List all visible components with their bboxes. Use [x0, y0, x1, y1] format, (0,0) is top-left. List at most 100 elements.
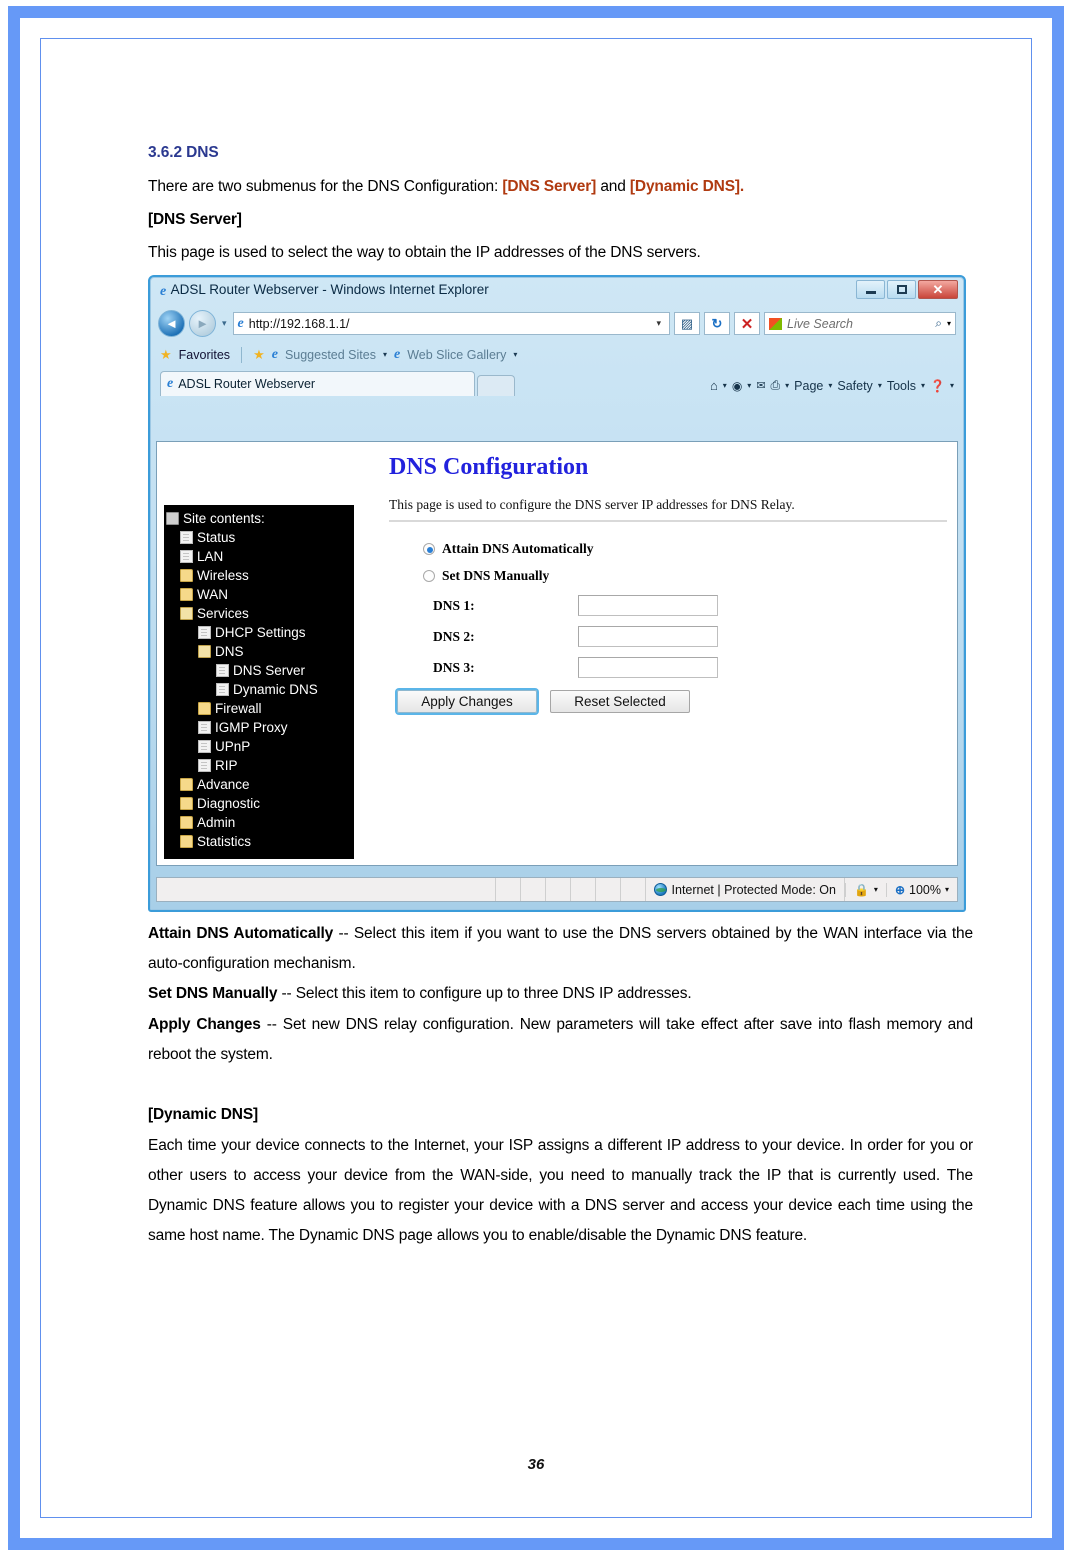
radio-button-selected-icon[interactable] [423, 543, 435, 555]
browser-window: e ADSL Router Webserver - Windows Intern… [148, 275, 966, 912]
link-dynamic-dns: [Dynamic DNS]. [629, 178, 745, 195]
zoom-control[interactable]: ⊕ 100% ▾ [885, 882, 957, 897]
panel-divider [389, 520, 947, 522]
feeds-icon[interactable]: ◉ [732, 379, 742, 393]
radio-button-icon[interactable] [423, 570, 435, 582]
security-zone-indicator[interactable]: Internet | Protected Mode: On [646, 878, 845, 901]
help-chevron-down-icon[interactable]: ▾ [950, 381, 954, 390]
status-bar-right: 🔒 ▾ ⊕ 100% ▾ [844, 882, 957, 897]
dns3-input[interactable] [578, 657, 718, 678]
minimize-button[interactable] [856, 280, 885, 299]
sidebar-item-label: Firewall [215, 701, 262, 716]
zoom-chevron-down-icon[interactable]: ▾ [945, 885, 949, 894]
sidebar-item-label: RIP [215, 758, 238, 773]
sidebar-item-wan[interactable]: WAN [164, 585, 354, 604]
sidebar-item-rip[interactable]: RIP [164, 756, 354, 775]
sidebar-item-firewall[interactable]: Firewall [164, 699, 354, 718]
internet-zone-globe-icon [653, 883, 667, 896]
safety-menu-chevron-down-icon[interactable]: ▾ [878, 381, 882, 390]
page-icon [198, 759, 211, 772]
print-icon[interactable]: ⎙ [771, 378, 781, 393]
safety-menu[interactable]: Safety [837, 379, 872, 393]
back-button[interactable]: ◄ [158, 310, 185, 337]
forward-button[interactable]: ► [189, 310, 216, 337]
print-chevron-down-icon[interactable]: ▾ [785, 381, 789, 390]
maximize-button[interactable] [887, 280, 916, 299]
suggested-sites-label[interactable]: Suggested Sites [285, 348, 376, 362]
new-tab-button[interactable] [477, 375, 515, 396]
sidebar-item-igmp-proxy[interactable]: IGMP Proxy [164, 718, 354, 737]
suggested-sites-icon: e [271, 346, 278, 362]
sidebar-item-dns[interactable]: DNS [164, 642, 354, 661]
button-row: Apply Changes Reset Selected [397, 690, 947, 713]
sidebar-item-advance[interactable]: Advance [164, 775, 354, 794]
search-input[interactable]: Live Search ⌕ ▾ [764, 312, 956, 335]
radio-attain-dns-automatically[interactable]: Attain DNS Automatically [423, 541, 947, 557]
sidebar-item-wireless[interactable]: Wireless [164, 566, 354, 585]
add-to-favorites-icon[interactable]: ★ [253, 347, 265, 363]
sidebar-item-label: Advance [197, 777, 250, 792]
router-web-page: Site contents: Status LAN Wireless WAN S… [157, 442, 957, 865]
sidebar-item-dynamic-dns[interactable]: Dynamic DNS [164, 680, 354, 699]
sidebar-item-upnp[interactable]: UPnP [164, 737, 354, 756]
apply-changes-button[interactable]: Apply Changes [397, 690, 537, 713]
sidebar-item-diagnostic[interactable]: Diagnostic [164, 794, 354, 813]
bullet-apply-changes: Apply Changes -- Set new DNS relay confi… [148, 1010, 973, 1070]
web-slice-chevron-down-icon[interactable]: ▾ [513, 350, 517, 359]
sidebar-item-label: DNS [215, 644, 244, 659]
page-title: 3.6.2 DNS [148, 144, 219, 161]
sidebar-item-dhcp-settings[interactable]: DHCP Settings [164, 623, 354, 642]
window-title: ADSL Router Webserver - Windows Internet… [170, 282, 489, 297]
home-chevron-down-icon[interactable]: ▾ [723, 381, 727, 390]
sidebar-item-statistics[interactable]: Statistics [164, 832, 354, 851]
radio-set-dns-manually[interactable]: Set DNS Manually [423, 568, 947, 584]
address-chevron-down-icon[interactable]: ▾ [656, 318, 665, 329]
intro-mid: and [596, 178, 630, 195]
page-number: 36 [527, 1456, 545, 1473]
tools-menu-chevron-down-icon[interactable]: ▾ [921, 381, 925, 390]
mail-icon[interactable]: ✉ [756, 379, 765, 392]
page-menu-chevron-down-icon[interactable]: ▾ [828, 381, 832, 390]
sidebar-item-label: Services [197, 606, 249, 621]
stop-icon[interactable]: ✕ [734, 312, 760, 335]
search-chevron-down-icon[interactable]: ▾ [947, 319, 951, 328]
refresh-icon[interactable]: ↻ [704, 312, 730, 335]
sidebar-item-label: DNS Server [233, 663, 306, 678]
zoom-level: 100% [909, 882, 941, 897]
favorites-star-icon[interactable]: ★ [160, 347, 172, 363]
suggested-sites-chevron-down-icon[interactable]: ▾ [383, 350, 387, 359]
page-inner-border: 3.6.2 DNS There are two submenus for the… [40, 38, 1032, 1518]
sidebar-item-lan[interactable]: LAN [164, 547, 354, 566]
dns1-input[interactable] [578, 595, 718, 616]
sidebar-item-services[interactable]: Services [164, 604, 354, 623]
sidebar-item-dns-server[interactable]: DNS Server [164, 661, 354, 680]
compatibility-view-icon[interactable]: ▨ [674, 312, 700, 335]
folder-icon [180, 835, 193, 848]
address-url: http://192.168.1.1/ [248, 316, 350, 331]
page-favicon-icon: e [237, 315, 244, 331]
dns-server-description: This page is used to select the way to o… [148, 244, 701, 261]
sidebar-item-label: Diagnostic [197, 796, 261, 811]
sidebar-item-admin[interactable]: Admin [164, 813, 354, 832]
sidebar-item-label: Admin [197, 815, 236, 830]
page-menu[interactable]: Page [794, 379, 823, 393]
feeds-chevron-down-icon[interactable]: ▾ [747, 381, 751, 390]
sidebar-item-status[interactable]: Status [164, 528, 354, 547]
reset-selected-button[interactable]: Reset Selected [550, 690, 690, 713]
privacy-chevron-down-icon[interactable]: ▾ [874, 885, 878, 894]
address-bar[interactable]: e http://192.168.1.1/ ▾ [232, 312, 670, 335]
help-icon[interactable]: ❓ [930, 379, 945, 393]
dns2-input[interactable] [578, 626, 718, 647]
search-icon[interactable]: ⌕ [935, 316, 942, 331]
tools-menu[interactable]: Tools [887, 379, 916, 393]
privacy-report-button[interactable]: 🔒 ▾ [844, 882, 886, 897]
home-icon[interactable]: ⌂ [710, 378, 718, 393]
favorites-label[interactable]: Favorites [179, 348, 230, 362]
close-button[interactable]: ✕ [918, 280, 958, 299]
sidebar-item-label: IGMP Proxy [215, 720, 288, 735]
web-slice-gallery-label[interactable]: Web Slice Gallery [407, 348, 506, 362]
zoom-icon: ⊕ [894, 882, 905, 897]
recent-pages-chevron-down-icon[interactable]: ▾ [220, 318, 229, 329]
tab-bar: e ADSL Router Webserver ⌂ ▾ ◉ ▾ ✉ ⎙ ▾ Pa… [150, 369, 964, 396]
tab-adsl-router-webserver[interactable]: e ADSL Router Webserver [160, 371, 475, 396]
